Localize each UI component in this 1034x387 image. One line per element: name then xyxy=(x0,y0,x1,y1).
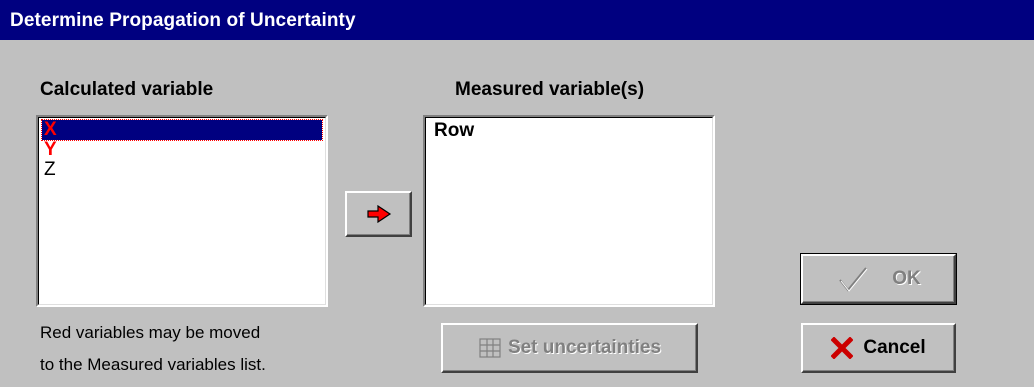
list-item-x[interactable]: X xyxy=(41,119,323,141)
list-item-z[interactable]: Z xyxy=(42,160,56,180)
move-to-measured-button[interactable] xyxy=(345,191,412,237)
window-title: Determine Propagation of Uncertainty xyxy=(10,10,356,31)
title-bar[interactable]: Determine Propagation of Uncertainty xyxy=(0,0,1034,40)
measured-variables-label: Measured variable(s) xyxy=(455,79,645,100)
measured-variables-list[interactable]: Row xyxy=(423,115,715,307)
ok-label: OK xyxy=(892,268,921,289)
red-x-icon xyxy=(831,337,854,359)
red-arrow-right-icon xyxy=(366,205,391,223)
grid-icon xyxy=(479,338,501,358)
hint-line-2: to the Measured variables list. xyxy=(40,355,266,374)
checkmark-icon xyxy=(839,267,868,292)
hint-line-1: Red variables may be moved xyxy=(40,323,261,342)
set-uncertainties-label: Set uncertainties xyxy=(507,337,662,358)
list-item-y[interactable]: Y xyxy=(42,140,57,160)
calculated-variable-label: Calculated variable xyxy=(40,79,214,100)
cancel-label: Cancel xyxy=(863,337,926,358)
hint-text: Red variables may be moved to the Measur… xyxy=(40,317,266,381)
set-uncertainties-button[interactable]: Set uncertainties xyxy=(441,323,698,373)
calculated-variable-list[interactable]: X Y Z xyxy=(36,115,328,307)
list-item-row[interactable]: Row xyxy=(432,121,474,141)
ok-button[interactable]: OK xyxy=(800,253,957,305)
cancel-button[interactable]: Cancel xyxy=(801,323,956,373)
